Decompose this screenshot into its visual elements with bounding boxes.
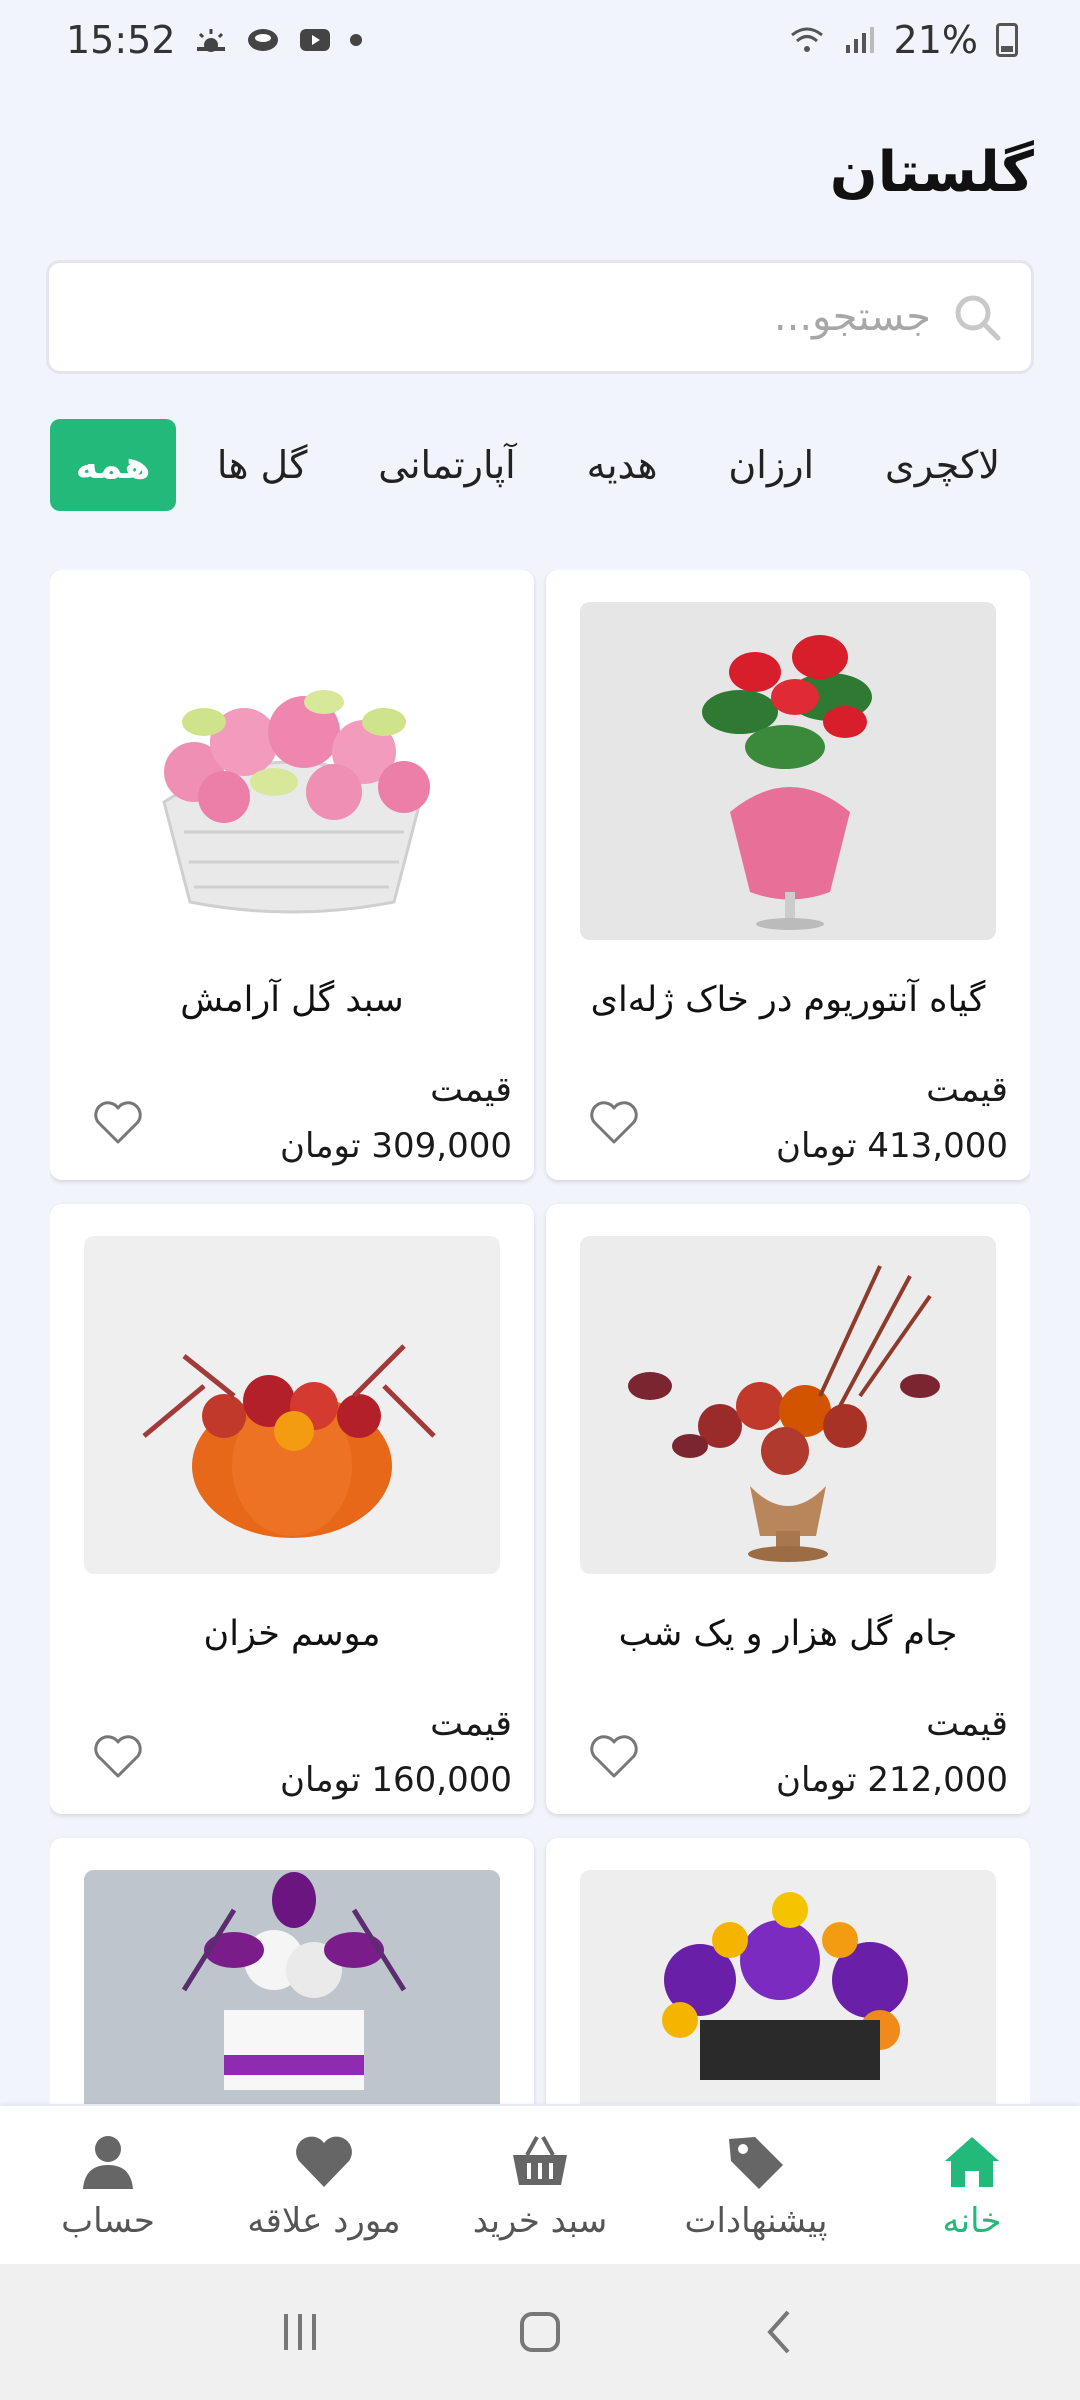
price-label: قیمت [430, 1070, 512, 1110]
product-image[interactable] [580, 602, 996, 940]
chip-all[interactable]: همه [50, 419, 176, 511]
flower-basket-image [84, 602, 500, 940]
more-notifications-dot-icon [349, 34, 362, 46]
basket-icon [513, 2136, 567, 2185]
status-right: 21% [790, 18, 1018, 62]
product-card[interactable]: موسم خزان قیمت 160,000 تومان [50, 1204, 534, 1814]
product-grid: گیاه آنتوریوم در خاک ژله‌ای قیمت 413,000… [50, 570, 1030, 2104]
status-bar: 15:52 21% [0, 0, 1080, 80]
nav-label: پیشنهادات [684, 2201, 828, 2241]
product-card[interactable]: جام گل هزار و یک شب قیمت 212,000 تومان [546, 1204, 1030, 1814]
recent-apps-icon[interactable] [270, 2302, 330, 2362]
price-label: قیمت [430, 1704, 512, 1744]
status-left: 15:52 [66, 18, 362, 62]
nav-favorites[interactable]: مورد علاقه [216, 2129, 432, 2241]
product-image[interactable] [84, 1870, 500, 2104]
battery-icon [996, 23, 1018, 57]
heart-icon [296, 2136, 352, 2187]
chip-apartment[interactable]: آپارتمانی [348, 419, 545, 511]
product-card[interactable] [546, 1838, 1030, 2104]
product-card[interactable]: سبد گل آرامش قیمت 309,000 تومان [50, 570, 534, 1180]
battery-percent: 21% [893, 18, 978, 62]
product-name: گیاه آنتوریوم در خاک ژله‌ای [590, 980, 986, 1020]
nav-label: حساب [61, 2201, 155, 2241]
user-icon [83, 2136, 133, 2189]
purple-flower-box-image [580, 1870, 996, 2104]
product-price: 212,000 تومان [776, 1760, 1008, 1800]
status-time: 15:52 [66, 18, 176, 62]
nav-label: خانه [942, 2201, 1002, 2241]
product-price: 160,000 تومان [280, 1760, 512, 1800]
product-image[interactable] [580, 1236, 996, 1574]
favorite-heart-icon[interactable] [588, 1732, 640, 1780]
flower-chalice-image [580, 1236, 996, 1574]
chip-gift[interactable]: هدیه [557, 419, 688, 511]
chip-flowers[interactable]: گل ها [187, 419, 338, 511]
product-card[interactable]: گیاه آنتوریوم در خاک ژله‌ای قیمت 413,000… [546, 570, 1030, 1180]
product-price: 413,000 تومان [776, 1126, 1008, 1166]
home-button-icon[interactable] [510, 2302, 570, 2362]
nav-label: مورد علاقه [247, 2201, 401, 2241]
nav-home[interactable]: خانه [864, 2129, 1080, 2241]
favorite-heart-icon[interactable] [588, 1098, 640, 1146]
nav-label: سبد خرید [472, 2201, 608, 2241]
page-title: گلستان [829, 140, 1034, 205]
product-image[interactable] [580, 1870, 996, 2104]
system-navigation-bar [0, 2264, 1080, 2400]
product-name: سبد گل آرامش [180, 980, 404, 1020]
product-image[interactable] [84, 1236, 500, 1574]
search-bar[interactable] [46, 260, 1034, 374]
tag-icon [729, 2137, 783, 2189]
signal-icon [845, 27, 874, 53]
product-price: 309,000 تومان [280, 1126, 512, 1166]
product-card[interactable] [50, 1838, 534, 2104]
category-chips: لاکچری ارزان هدیه آپارتمانی گل ها همه [50, 418, 1030, 512]
youtube-icon [299, 29, 330, 51]
pumpkin-arrangement-image [84, 1236, 500, 1574]
chip-cheap[interactable]: ارزان [698, 419, 844, 511]
nav-offers[interactable]: پیشنهادات [648, 2129, 864, 2241]
bottom-navigation: خانه پیشنهادات سبد خرید مورد علاقه حساب [0, 2106, 1080, 2264]
back-icon[interactable] [750, 2302, 810, 2362]
nav-cart[interactable]: سبد خرید [432, 2129, 648, 2241]
home-icon [945, 2137, 999, 2187]
product-name: جام گل هزار و یک شب [618, 1614, 958, 1654]
search-input[interactable] [77, 294, 931, 340]
search-icon[interactable] [951, 291, 1003, 343]
notification-app-icon [247, 29, 278, 51]
favorite-heart-icon[interactable] [92, 1732, 144, 1780]
white-box-bouquet-image [84, 1870, 500, 2104]
chip-luxury[interactable]: لاکچری [855, 419, 1030, 511]
product-image[interactable] [84, 602, 500, 940]
wifi-icon [790, 27, 823, 52]
product-name: موسم خزان [203, 1614, 381, 1654]
anthurium-plant-image [580, 602, 996, 940]
price-label: قیمت [926, 1070, 1008, 1110]
weather-icon [196, 29, 225, 52]
favorite-heart-icon[interactable] [92, 1098, 144, 1146]
nav-account[interactable]: حساب [0, 2129, 216, 2241]
price-label: قیمت [926, 1704, 1008, 1744]
